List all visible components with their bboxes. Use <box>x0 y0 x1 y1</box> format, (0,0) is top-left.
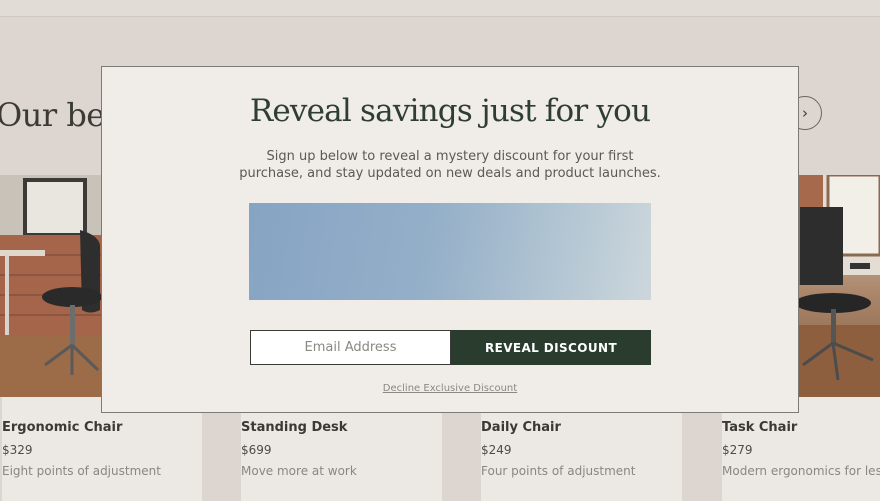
product-name[interactable]: Daily Chair <box>481 420 561 435</box>
product-image-task-chair[interactable] <box>798 175 880 397</box>
modal-subtitle-line-2: purchase, and stay updated on new deals … <box>239 166 661 181</box>
product-name[interactable]: Standing Desk <box>241 420 347 435</box>
product-image-ergonomic-chair[interactable] <box>0 175 101 397</box>
product-description: Move more at work <box>241 464 357 478</box>
product-price: $279 <box>722 443 753 457</box>
product-price: $249 <box>481 443 512 457</box>
product-description: Eight points of adjustment <box>2 464 161 478</box>
signup-form: REVEAL DISCOUNT <box>250 330 652 365</box>
email-input[interactable] <box>250 330 451 365</box>
chevron-right-icon: › <box>802 103 808 122</box>
top-bar <box>0 0 880 17</box>
decline-discount-link[interactable]: Decline Exclusive Discount <box>102 383 798 394</box>
product-name[interactable]: Task Chair <box>722 420 797 435</box>
product-description: Four points of adjustment <box>481 464 636 478</box>
product-name[interactable]: Ergonomic Chair <box>2 420 122 435</box>
discount-modal: Reveal savings just for you Sign up belo… <box>101 66 799 413</box>
modal-title: Reveal savings just for you <box>249 93 651 129</box>
modal-subtitle-line-1: Sign up below to reveal a mystery discou… <box>266 149 634 164</box>
office-chair-photo <box>0 175 101 397</box>
product-price: $699 <box>241 443 272 457</box>
task-chair-photo <box>798 175 880 397</box>
modal-subtitle: Sign up below to reveal a mystery discou… <box>102 148 798 182</box>
modal-banner-image <box>249 203 651 300</box>
product-description: Modern ergonomics for less <box>722 464 880 478</box>
reveal-discount-button[interactable]: REVEAL DISCOUNT <box>451 330 651 365</box>
product-price: $329 <box>2 443 33 457</box>
